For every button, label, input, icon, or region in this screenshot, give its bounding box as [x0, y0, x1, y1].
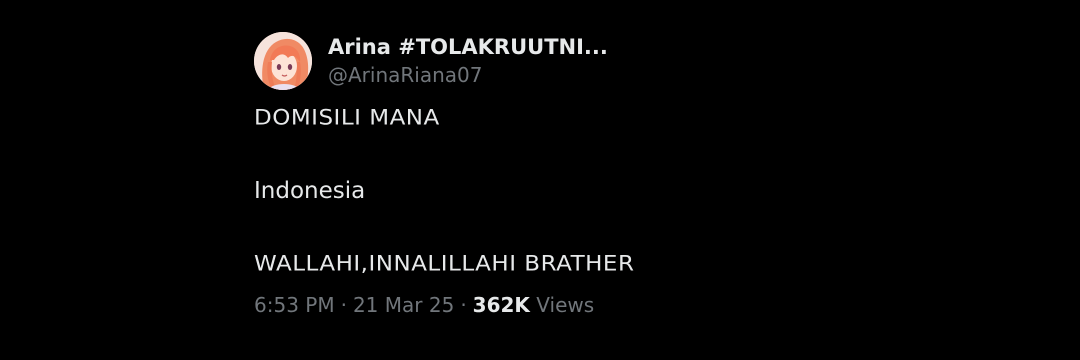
meta-separator: · — [460, 293, 467, 317]
tweet-time[interactable]: 6:53 PM — [254, 293, 335, 317]
tweet-date[interactable]: 21 Mar 25 — [353, 293, 454, 317]
user-handle[interactable]: @ArinaRiana07 — [328, 62, 608, 88]
tweet-text-line-3: WALLAHI,INNALILLAHI BRATHER — [254, 252, 635, 276]
tweet-meta: 6:53 PM · 21 Mar 25 · 362K Views — [254, 291, 594, 319]
views-count[interactable]: 362K — [473, 293, 530, 317]
views-label[interactable]: Views — [536, 293, 594, 317]
tweet: Arina #TOLAKRUUTNI... @ArinaRiana07 DOMI… — [254, 30, 1014, 317]
tweet-header: Arina #TOLAKRUUTNI... @ArinaRiana07 — [254, 30, 1014, 92]
meta-separator: · — [340, 293, 347, 317]
anime-avatar-icon — [254, 32, 312, 90]
avatar[interactable] — [254, 32, 312, 90]
tweet-text-line-2: Indonesia — [254, 178, 366, 204]
tweet-text-line-1: DOMISILI MANA — [254, 106, 440, 130]
display-name[interactable]: Arina #TOLAKRUUTNI... — [328, 34, 608, 60]
author-names: Arina #TOLAKRUUTNI... @ArinaRiana07 — [328, 34, 608, 88]
